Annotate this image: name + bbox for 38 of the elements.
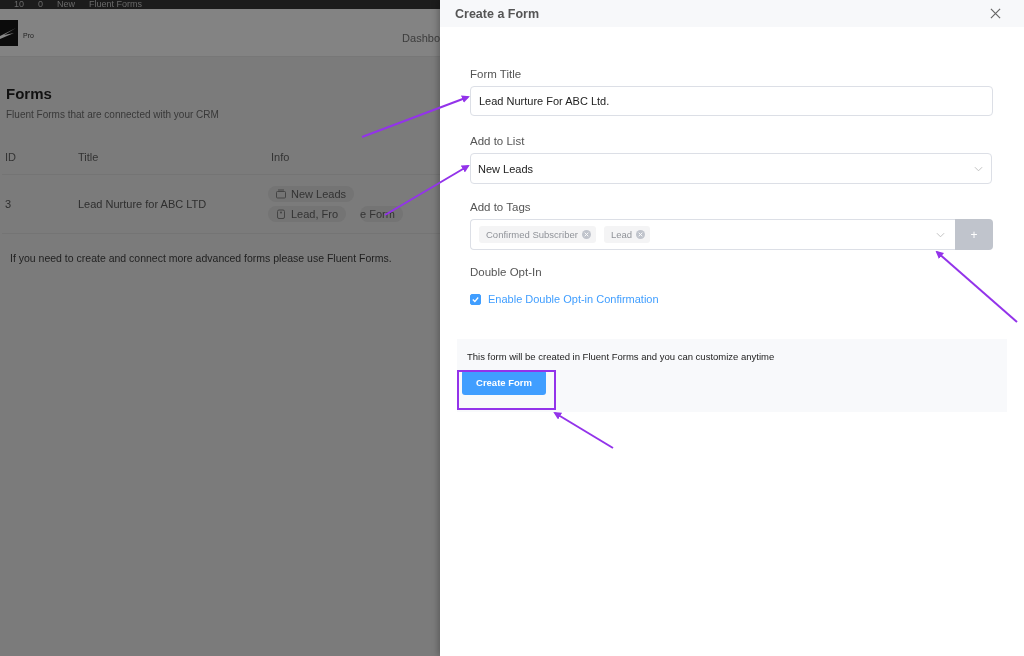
- column-header: Info: [270, 151, 291, 163]
- admin-bar-item[interactable]: New: [57, 0, 76, 9]
- folder-icon: [276, 189, 286, 199]
- list-select[interactable]: New Leads: [470, 153, 992, 184]
- nav-link[interactable]: Dashbo: [402, 32, 440, 44]
- drawer-title: Create a Form: [455, 6, 540, 21]
- caret-icon: [974, 165, 983, 172]
- admin-bar-item[interactable]: 0: [38, 0, 44, 9]
- tags-select[interactable]: Confirmed Subscriber Lead: [470, 219, 955, 250]
- caret-icon: [936, 231, 945, 238]
- add-tag-button[interactable]: +: [955, 219, 993, 250]
- annotation-arrow: [553, 411, 614, 449]
- help-note: If you need to create and connect more advanced forms please use Fluent Forms.: [10, 252, 393, 264]
- admin-bar-item[interactable]: 10: [14, 0, 24, 9]
- column-header: Title: [77, 151, 100, 163]
- tag-text: Confirmed Subscriber: [486, 229, 578, 240]
- form-title-input[interactable]: Lead Nurture For ABC Ltd.: [470, 86, 993, 116]
- remove-icon[interactable]: [636, 230, 645, 239]
- admin-bar-item[interactable]: Fluent Forms: [89, 0, 143, 9]
- checkbox-label[interactable]: Enable Double Opt-in Confirmation: [488, 293, 659, 305]
- page-title: Forms: [6, 85, 53, 102]
- tag-text: New Leads: [291, 188, 347, 200]
- section-label: Double Opt-In: [470, 266, 543, 278]
- tag-icon: [276, 209, 286, 219]
- close-icon[interactable]: [990, 8, 1001, 19]
- remove-icon[interactable]: [581, 230, 591, 239]
- table-cell-text: 3: [4, 198, 13, 210]
- table-cell-text: Lead Nurture for ABC LTD: [77, 198, 208, 210]
- tag-text: Lead: [610, 229, 632, 240]
- column-header: ID: [4, 151, 17, 163]
- field-label: Form Title: [470, 68, 523, 80]
- field-label: Add to Tags: [470, 201, 532, 213]
- field-label: Add to List: [470, 135, 526, 147]
- checkbox[interactable]: [470, 293, 481, 305]
- footer-text: This form will be created in Fluent Forms and you can customize anytime: [467, 351, 776, 362]
- page-subtitle: Fluent Forms that are connected with your CRM: [6, 109, 220, 120]
- create-form-button[interactable]: Create Form: [462, 370, 546, 395]
- tag-text: Lead, Fro: [291, 208, 339, 220]
